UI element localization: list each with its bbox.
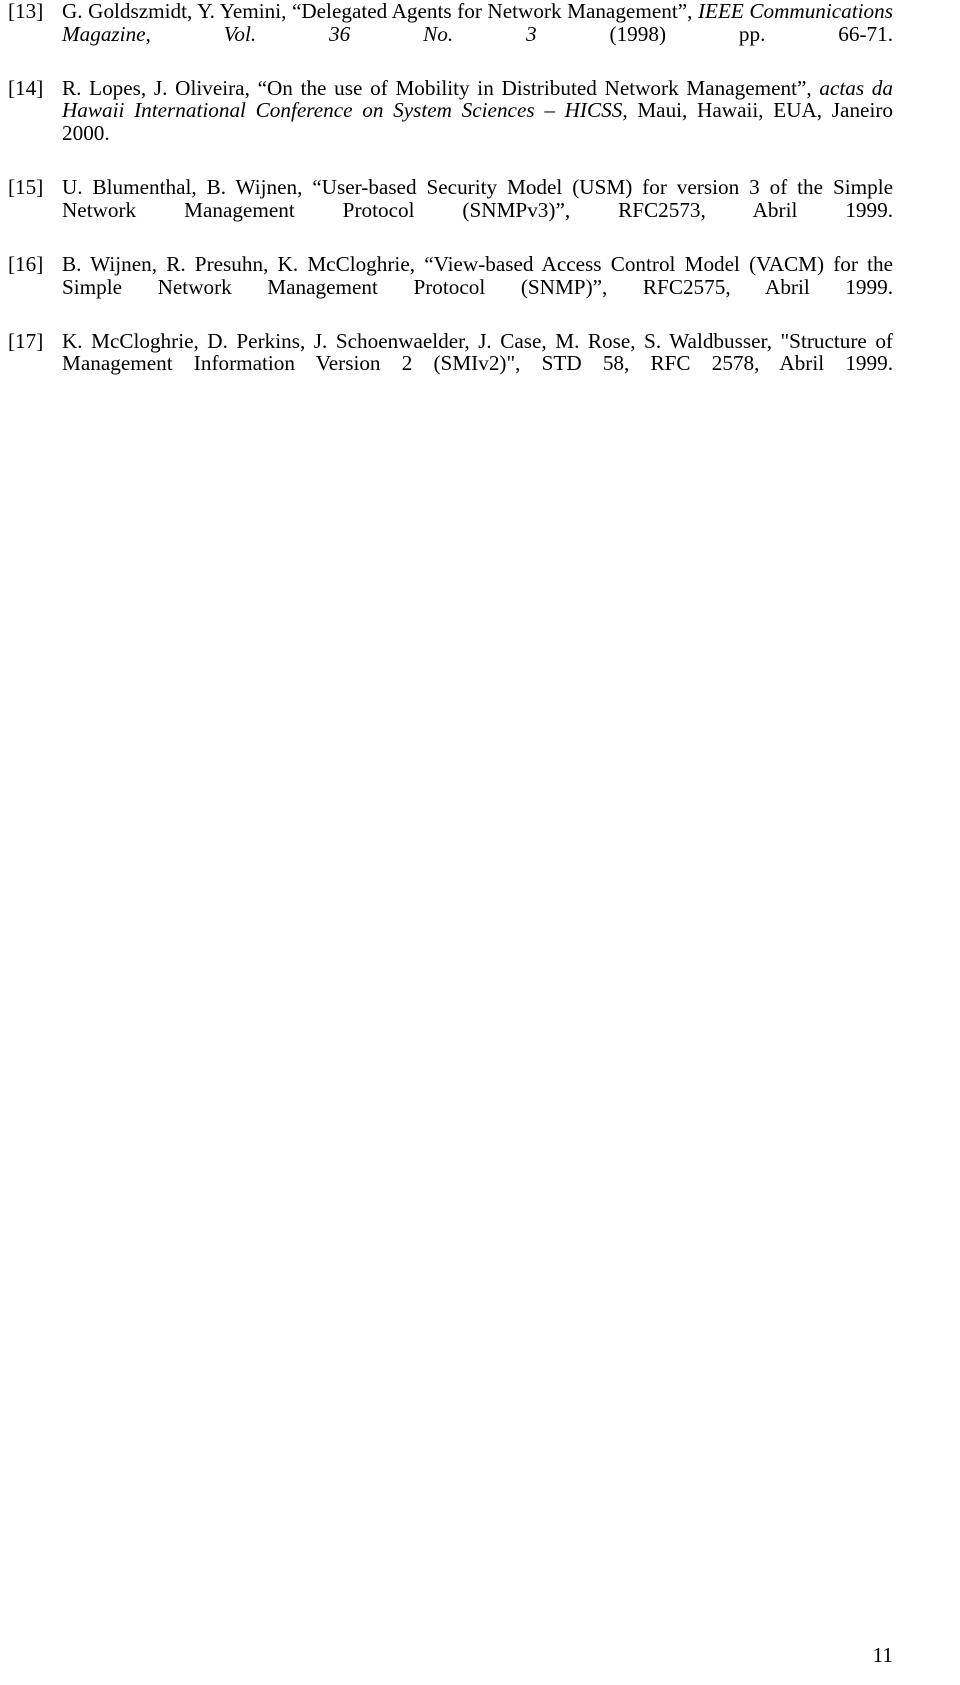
- reference-label: [16]: [8, 251, 44, 276]
- reference-text: U. Blumenthal, B. Wijnen, “User-based Se…: [62, 176, 893, 244]
- reference-segment-text: U. Blumenthal, B. Wijnen, “User-based Se…: [62, 175, 893, 222]
- reference-entry: [17] K. McCloghrie, D. Perkins, J. Schoe…: [0, 330, 960, 398]
- reference-text: B. Wijnen, R. Presuhn, K. McCloghrie, “V…: [62, 253, 893, 321]
- reference-segment-text: B. Wijnen, R. Presuhn, K. McCloghrie, “V…: [62, 251, 893, 299]
- reference-label: [13]: [8, 0, 44, 23]
- reference-segment-text: R. Lopes, J. Oliveira, “On the use of Mo…: [62, 75, 820, 100]
- reference-entry: [13] G. Goldszmidt, Y. Yemini, “Delegate…: [0, 0, 960, 68]
- reference-text: G. Goldszmidt, Y. Yemini, “Delegated Age…: [62, 0, 893, 68]
- reference-label: [14]: [8, 75, 44, 100]
- document-page: [13] G. Goldszmidt, Y. Yemini, “Delegate…: [0, 0, 960, 1685]
- reference-text: R. Lopes, J. Oliveira, “On the use of Mo…: [62, 75, 893, 167]
- reference-label: [17]: [8, 328, 44, 353]
- reference-entry: [15] U. Blumenthal, B. Wijnen, “User-bas…: [0, 176, 960, 244]
- reference-entry: [14] R. Lopes, J. Oliveira, “On the use …: [0, 75, 960, 167]
- reference-segment-text: G. Goldszmidt, Y. Yemini, “Delegated Age…: [62, 0, 698, 23]
- reference-segment-text: K. McCloghrie, D. Perkins, J. Schoenwael…: [62, 328, 893, 376]
- reference-list: [13] G. Goldszmidt, Y. Yemini, “Delegate…: [0, 0, 960, 398]
- reference-label: [15]: [8, 175, 44, 200]
- page-number: 11: [872, 1643, 893, 1668]
- reference-segment-text: (1998) pp. 66-71.: [536, 21, 894, 46]
- reference-entry: [16] B. Wijnen, R. Presuhn, K. McCloghri…: [0, 253, 960, 321]
- reference-text: K. McCloghrie, D. Perkins, J. Schoenwael…: [62, 330, 893, 398]
